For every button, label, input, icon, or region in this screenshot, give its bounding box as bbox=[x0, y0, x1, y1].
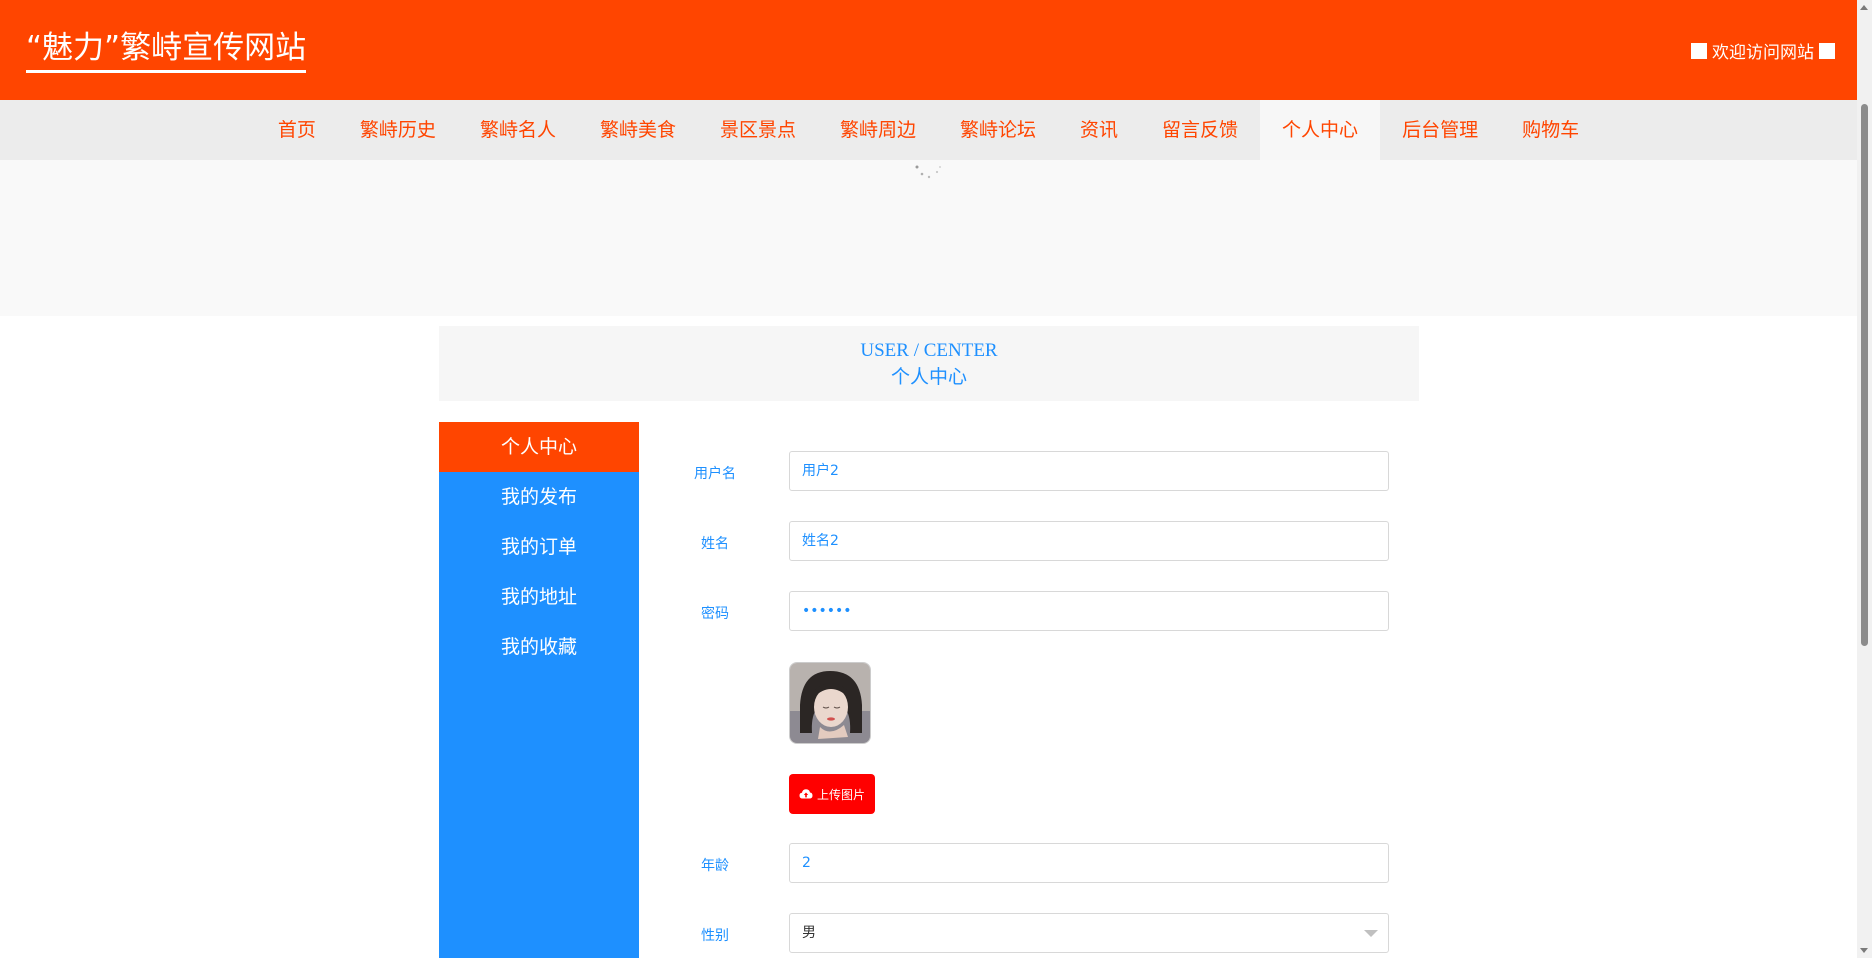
password-label: 密码 bbox=[701, 606, 729, 622]
nav-food[interactable]: 繁峙美食 bbox=[578, 100, 698, 160]
nav-forum[interactable]: 繁峙论坛 bbox=[938, 100, 1058, 160]
welcome-message: 欢迎访问网站 bbox=[1691, 38, 1835, 63]
user-sidebar: 个人中心 我的发布 我的订单 我的地址 我的收藏 bbox=[439, 422, 639, 958]
nav-cart[interactable]: 购物车 bbox=[1500, 100, 1601, 160]
password-field[interactable]: •••••• bbox=[789, 591, 1389, 631]
page-scrollbar[interactable] bbox=[1857, 0, 1872, 958]
nav-surroundings[interactable]: 繁峙周边 bbox=[818, 100, 938, 160]
gender-select[interactable]: 男 bbox=[789, 913, 1389, 953]
section-title-en: USER / CENTER bbox=[860, 340, 998, 361]
nav-scenic-spots[interactable]: 景区景点 bbox=[698, 100, 818, 160]
chevron-down-icon bbox=[1364, 930, 1378, 937]
sidebar-item-my-orders[interactable]: 我的订单 bbox=[439, 522, 639, 572]
sidebar-item-my-posts[interactable]: 我的发布 bbox=[439, 472, 639, 522]
cloud-upload-icon bbox=[799, 789, 813, 799]
username-label: 用户名 bbox=[694, 466, 736, 482]
nav-history[interactable]: 繁峙历史 bbox=[338, 100, 458, 160]
age-field[interactable]: 2 bbox=[789, 843, 1389, 883]
avatar-image bbox=[789, 662, 871, 744]
nav-home[interactable]: 首页 bbox=[256, 100, 338, 160]
upload-image-button[interactable]: 上传图片 bbox=[789, 774, 875, 814]
sidebar-item-my-address[interactable]: 我的地址 bbox=[439, 572, 639, 622]
banner-area bbox=[0, 160, 1857, 316]
nav-news[interactable]: 资讯 bbox=[1058, 100, 1140, 160]
gender-selected-value: 男 bbox=[802, 925, 816, 941]
main-nav: 首页 繁峙历史 繁峙名人 繁峙美食 景区景点 繁峙周边 繁峙论坛 资讯 留言反馈… bbox=[0, 100, 1857, 160]
nav-admin[interactable]: 后台管理 bbox=[1380, 100, 1500, 160]
scroll-down-icon[interactable] bbox=[1860, 948, 1868, 953]
sidebar-item-user-center[interactable]: 个人中心 bbox=[439, 422, 639, 472]
name-field[interactable]: 姓名2 bbox=[789, 521, 1389, 561]
section-title-cn: 个人中心 bbox=[890, 367, 967, 388]
square-icon bbox=[1819, 42, 1835, 59]
upload-button-label: 上传图片 bbox=[816, 787, 865, 802]
sidebar-item-my-favorites[interactable]: 我的收藏 bbox=[439, 622, 639, 672]
nav-feedback[interactable]: 留言反馈 bbox=[1140, 100, 1260, 160]
scroll-up-icon[interactable] bbox=[1860, 5, 1868, 10]
section-heading: USER / CENTER 个人中心 bbox=[439, 326, 1419, 401]
site-title[interactable]: “魅力”繁峙宣传网站 bbox=[26, 28, 307, 73]
gender-label: 性别 bbox=[701, 928, 729, 944]
age-label: 年龄 bbox=[701, 858, 729, 874]
loading-spinner-icon bbox=[915, 165, 941, 179]
scrollbar-thumb[interactable] bbox=[1861, 104, 1868, 646]
square-icon bbox=[1691, 42, 1707, 59]
nav-celebrities[interactable]: 繁峙名人 bbox=[458, 100, 578, 160]
username-field[interactable]: 用户2 bbox=[789, 451, 1389, 491]
top-header: “魅力”繁峙宣传网站 欢迎访问网站 bbox=[0, 0, 1857, 100]
name-label: 姓名 bbox=[701, 536, 729, 552]
nav-user-center[interactable]: 个人中心 bbox=[1260, 100, 1381, 160]
welcome-text: 欢迎访问网站 bbox=[1712, 43, 1814, 63]
